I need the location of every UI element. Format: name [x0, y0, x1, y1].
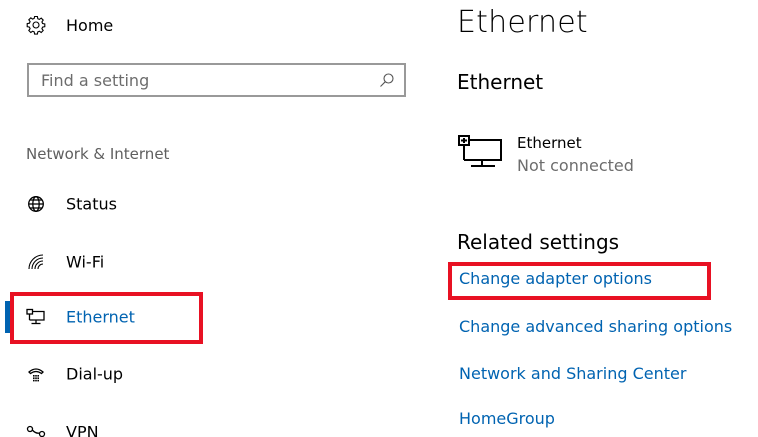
main-content: Ethernet Ethernet Ethernet Not connected… [457, 0, 758, 437]
sidebar-item-vpn[interactable]: VPN [0, 414, 300, 437]
sidebar-item-dialup[interactable]: Dial-up [0, 356, 300, 392]
change-advanced-sharing-link[interactable]: Change advanced sharing options [459, 317, 732, 336]
sidebar: Home Network & Internet [0, 0, 420, 437]
connection-name: Ethernet [517, 134, 582, 152]
adapter-options-highlight-box [448, 262, 711, 300]
dialup-icon [26, 364, 46, 384]
sidebar-item-wifi[interactable]: Wi-Fi [0, 244, 300, 280]
search-input[interactable] [29, 65, 370, 95]
page-title: Ethernet [457, 5, 588, 40]
homegroup-link[interactable]: HomeGroup [459, 409, 555, 428]
home-label: Home [66, 15, 114, 35]
search-box [27, 63, 406, 97]
connection-status: Not connected [517, 156, 634, 175]
ethernet-connection-item[interactable]: Ethernet Not connected [457, 134, 757, 180]
ethernet-icon [457, 134, 503, 174]
related-settings-title: Related settings [457, 230, 620, 254]
gear-icon [26, 15, 46, 35]
network-sharing-center-link[interactable]: Network and Sharing Center [459, 364, 686, 383]
vpn-icon [26, 422, 46, 437]
sidebar-item-label: Wi-Fi [66, 252, 105, 272]
sidebar-item-status[interactable]: Status [0, 186, 300, 222]
settings-window: Home Network & Internet [0, 0, 758, 437]
home-button[interactable]: Home [26, 11, 113, 39]
search-icon[interactable] [370, 72, 404, 88]
globe-icon [26, 194, 46, 214]
sidebar-item-label: Status [66, 194, 117, 214]
sidebar-item-label: VPN [66, 422, 99, 437]
section-title: Network & Internet [26, 145, 170, 163]
wifi-icon [26, 252, 46, 272]
sidebar-item-label: Dial-up [66, 364, 124, 384]
ethernet-highlight-box [10, 292, 203, 344]
section-heading: Ethernet [457, 70, 544, 94]
